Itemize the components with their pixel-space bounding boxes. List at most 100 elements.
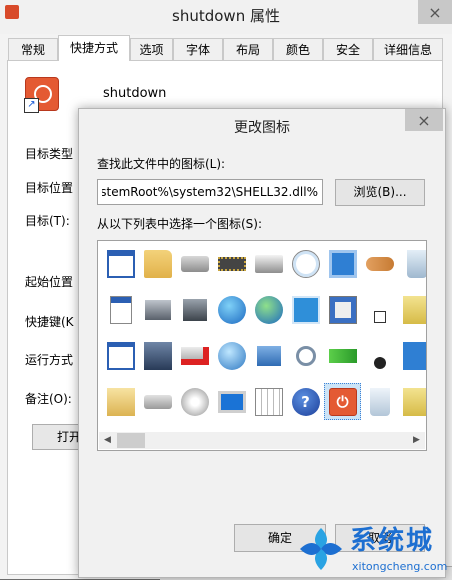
find-icons-label: 查找此文件中的图标(L): [97, 157, 226, 171]
icon-cell[interactable] [398, 383, 426, 420]
internet-globe-icon [217, 295, 246, 324]
icon-cell[interactable] [213, 291, 250, 328]
green-arrow-icon [328, 348, 357, 363]
small-clock-icon [373, 356, 386, 369]
icon-cell[interactable] [398, 337, 426, 374]
tab-font[interactable]: 字体 [173, 38, 223, 60]
recycle-bin-icon [406, 249, 426, 278]
control-panel-icon [291, 295, 320, 324]
horizontal-scrollbar[interactable]: ◀ ▶ [99, 432, 425, 449]
network-hierarchy-icon [256, 345, 281, 366]
icon-cell[interactable] [176, 291, 213, 328]
font-folder-icon [402, 387, 426, 416]
scrollbar-thumb[interactable] [117, 433, 145, 448]
icon-cell[interactable] [361, 383, 398, 420]
hard-drive-icon [180, 255, 209, 272]
icon-cell[interactable] [102, 383, 139, 420]
icon-cell[interactable]: ⏻ [324, 383, 361, 420]
icon-file-path-input[interactable] [97, 179, 323, 205]
icon-cell[interactable] [213, 245, 250, 282]
icon-cell[interactable] [250, 291, 287, 328]
tab-security[interactable]: 安全 [323, 38, 373, 60]
handshake-icon [365, 256, 394, 271]
icon-cell[interactable] [398, 291, 426, 328]
icon-cell[interactable] [250, 383, 287, 420]
text-document-icon [109, 295, 132, 324]
empty-window-icon [106, 341, 135, 370]
icon-cell[interactable] [139, 245, 176, 282]
monitor-screen-icon [328, 249, 357, 278]
dvd-drive-icon [180, 387, 209, 416]
icon-cell[interactable] [361, 291, 398, 328]
tab-shortcut[interactable]: 快捷方式 [58, 35, 130, 61]
icon-cell[interactable] [287, 337, 324, 374]
browse-button[interactable]: 浏览(B)... [335, 179, 425, 206]
icon-cell[interactable] [324, 245, 361, 282]
globe-network-icon [254, 295, 283, 324]
network-servers-icon [182, 298, 207, 321]
shortcut-key-label: 快捷键(K [25, 315, 74, 329]
target-location-label: 目标位置 [25, 181, 74, 195]
display-partial-icon [402, 341, 426, 370]
select-icon-label: 从以下列表中选择一个图标(S): [97, 217, 263, 231]
folder-icon [143, 249, 172, 278]
printer-error-icon [180, 346, 209, 365]
properties-title: shutdown 属性 [172, 7, 280, 25]
shortcut-window-icon [328, 295, 357, 324]
icon-cell[interactable] [102, 245, 139, 282]
watermark-name: 系统城 [350, 526, 435, 556]
dialog-title: 更改图标 [234, 120, 290, 136]
icon-cell[interactable] [250, 337, 287, 374]
printer-icon [254, 254, 283, 273]
scroll-right-icon[interactable]: ▶ [408, 432, 425, 449]
icon-cell[interactable] [139, 291, 176, 328]
icon-cell[interactable] [213, 337, 250, 374]
icon-cell[interactable] [398, 245, 426, 282]
run-label: 运行方式 [25, 353, 74, 367]
icon-cell[interactable] [361, 337, 398, 374]
target-type-label: 目标类型 [25, 147, 74, 161]
icon-cell[interactable] [102, 291, 139, 328]
shortcut-power-icon: ↗ [24, 77, 59, 113]
grid-window-icon [254, 387, 283, 416]
power-icon: ⏻ [328, 387, 357, 416]
dialog-close-button[interactable]: × [405, 109, 443, 131]
icon-cell[interactable] [139, 383, 176, 420]
icon-list[interactable]: ? ⏻ ◀ ▶ [97, 240, 427, 451]
target-label: 目标(T): [25, 214, 70, 228]
globe-search-icon [217, 341, 246, 370]
scroll-left-icon[interactable]: ◀ [99, 432, 116, 449]
watermark-logo-icon [300, 528, 342, 570]
icon-cell[interactable] [250, 245, 287, 282]
icon-cell[interactable] [176, 337, 213, 374]
drive-icon [143, 394, 172, 409]
floppy-drive-icon [143, 341, 172, 370]
tab-general[interactable]: 常规 [8, 38, 58, 60]
clock-document-icon [291, 249, 320, 278]
watermark: 系统城 xitongcheng.com [296, 520, 452, 579]
icon-cell[interactable] [213, 383, 250, 420]
tab-layout[interactable]: 布局 [223, 38, 273, 60]
open-folder-icon [106, 387, 135, 416]
icon-cell[interactable] [287, 245, 324, 282]
icon-cell[interactable] [139, 337, 176, 374]
tab-colors[interactable]: 颜色 [273, 38, 323, 60]
icon-cell[interactable] [324, 337, 361, 374]
tab-options[interactable]: 选项 [130, 38, 173, 60]
change-icon-dialog: 更改图标 × 查找此文件中的图标(L): 浏览(B)... 从以下列表中选择一个… [78, 108, 446, 578]
recycle-bin-empty-icon [369, 387, 390, 416]
properties-close-button[interactable]: × [418, 0, 452, 24]
icon-cell[interactable] [176, 383, 213, 420]
icon-cell[interactable] [176, 245, 213, 282]
computer-monitor-icon [217, 390, 246, 413]
shortcut-name: shutdown [103, 86, 167, 101]
icon-cell[interactable] [287, 291, 324, 328]
icon-cell[interactable] [324, 291, 361, 328]
icon-cell[interactable]: ? [287, 383, 324, 420]
comment-label: 备注(O): [25, 392, 72, 406]
help-icon: ? [291, 387, 320, 416]
icon-cell[interactable] [361, 245, 398, 282]
shortcut-arrow-icon [373, 310, 386, 323]
icon-cell[interactable] [102, 337, 139, 374]
tab-details[interactable]: 详细信息 [373, 38, 443, 60]
